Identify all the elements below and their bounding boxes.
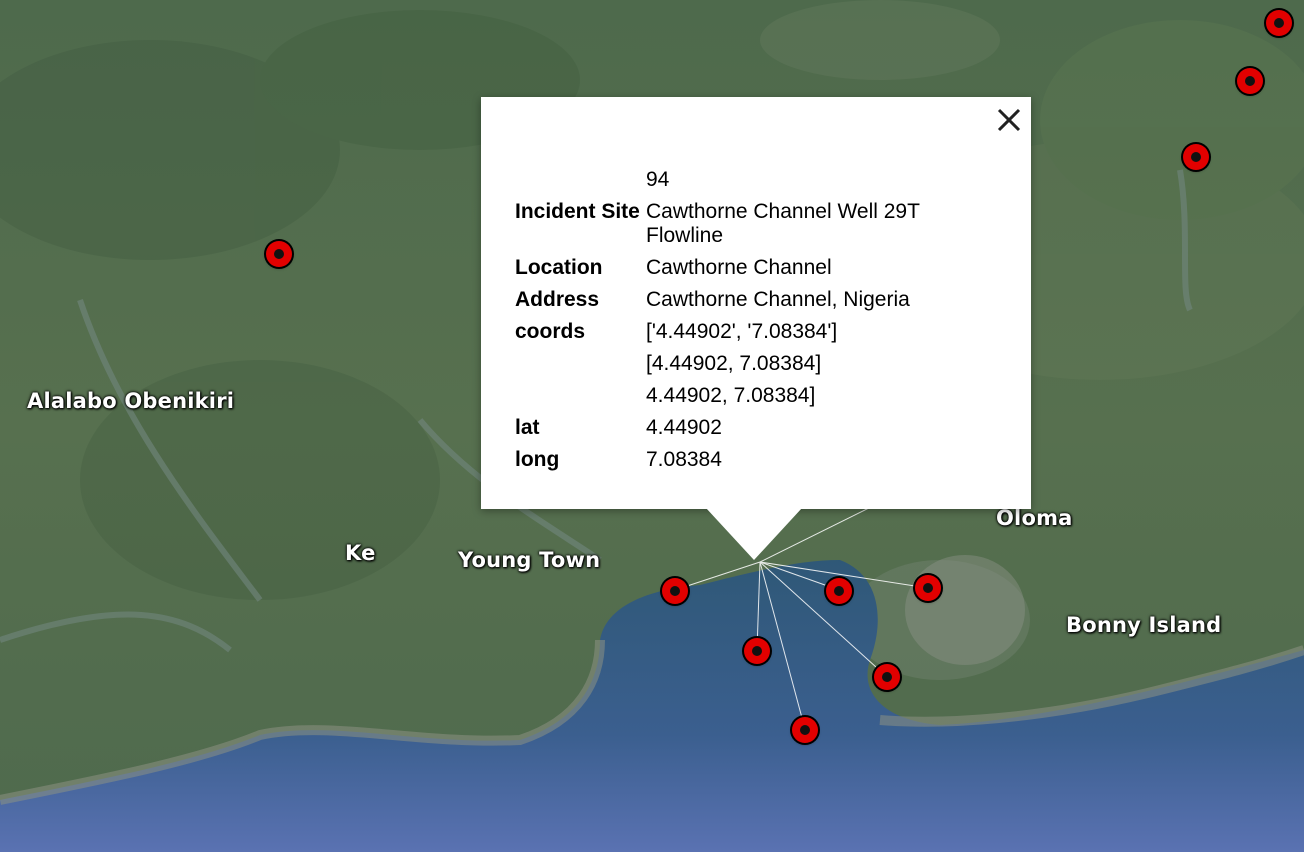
row-key: Location: [515, 256, 603, 279]
row-key: [515, 384, 646, 416]
row-key: [515, 168, 646, 200]
long-value: 7.08384: [646, 448, 722, 471]
row-key: Address: [515, 288, 600, 311]
incident-marker-icon[interactable]: [1266, 10, 1292, 36]
coords-value: 4.44902, 7.08384]: [646, 384, 816, 407]
incident-details-table: 94 Incident Site Cawthorne Channel Well …: [515, 168, 976, 480]
details-row-id: 94: [515, 168, 976, 200]
address-value: Cawthorne Channel, Nigeria: [646, 288, 910, 311]
details-row-long: long 7.08384: [515, 448, 976, 480]
details-row-coords: coords ['4.44902', '7.08384']: [515, 320, 976, 352]
incident-marker-icon[interactable]: [1183, 144, 1209, 170]
row-key: Incident Site: [515, 200, 640, 223]
coords-value: ['4.44902', '7.08384']: [646, 320, 838, 343]
place-label-ke: Ke: [345, 541, 376, 565]
close-icon[interactable]: [996, 107, 1022, 133]
details-row-address: Address Cawthorne Channel, Nigeria: [515, 288, 976, 320]
incident-marker-icon[interactable]: [874, 664, 900, 690]
place-label-bonny-island: Bonny Island: [1066, 613, 1222, 637]
incident-marker-icon[interactable]: [826, 578, 852, 604]
lat-value: 4.44902: [646, 416, 722, 439]
row-key: coords: [515, 320, 586, 343]
coords-value: [4.44902, 7.08384]: [646, 352, 822, 375]
incident-marker-icon[interactable]: [915, 575, 941, 601]
details-row-lat: lat 4.44902: [515, 416, 976, 448]
incident-id-value: 94: [646, 168, 670, 191]
popup-pointer: [706, 508, 802, 560]
details-row-coords-2: [4.44902, 7.08384]: [515, 352, 976, 384]
place-label-oloma: Oloma: [996, 506, 1073, 530]
row-key: lat: [515, 416, 540, 439]
incident-marker-icon[interactable]: [662, 578, 688, 604]
incident-site-value: Cawthorne Channel Well 29T Flowline: [646, 200, 920, 247]
row-key: long: [515, 448, 560, 471]
details-row-location: Location Cawthorne Channel: [515, 256, 976, 288]
location-value: Cawthorne Channel: [646, 256, 832, 279]
place-label-alalabo-obenikiri: Alalabo Obenikiri: [27, 389, 235, 413]
details-row-coords-3: 4.44902, 7.08384]: [515, 384, 976, 416]
place-label-young-town: Young Town: [458, 548, 601, 572]
details-row-incident-site: Incident Site Cawthorne Channel Well 29T…: [515, 200, 976, 256]
incident-marker-icon[interactable]: [792, 717, 818, 743]
incident-marker-icon[interactable]: [744, 638, 770, 664]
incident-marker-icon[interactable]: [1237, 68, 1263, 94]
row-key: [515, 352, 646, 384]
incident-marker-icon[interactable]: [266, 241, 292, 267]
